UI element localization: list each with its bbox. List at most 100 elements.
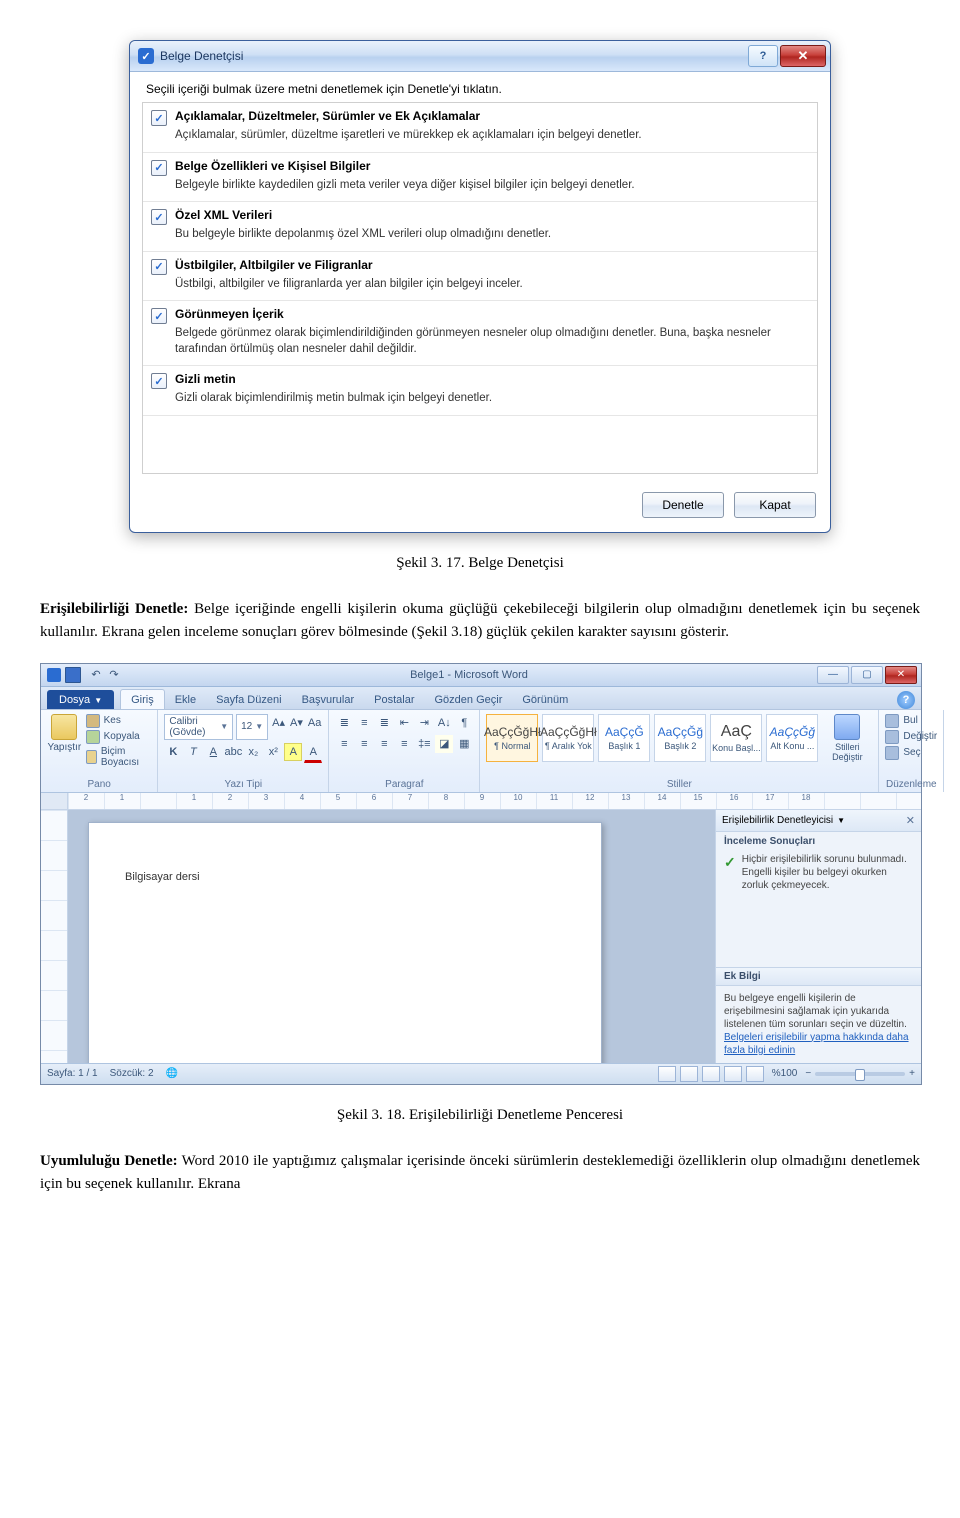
tab-view[interactable]: Görünüm [512, 690, 578, 709]
help-button[interactable]: ? [748, 45, 778, 67]
checkbox[interactable]: ✓ [151, 308, 167, 324]
view-fullscreen-icon[interactable] [680, 1066, 698, 1082]
paragraph-compatibility: Uyumluluğu Denetle: Word 2010 ile yaptığ… [40, 1150, 920, 1197]
minimize-button[interactable]: — [817, 666, 849, 684]
word-titlebar[interactable]: ↶ ↷ Belge1 - Microsoft Word — ▢ ✕ [41, 664, 921, 687]
copy-label: Kopyala [104, 731, 140, 742]
replace-icon[interactable] [885, 730, 899, 744]
maximize-button[interactable]: ▢ [851, 666, 883, 684]
file-tab[interactable]: Dosya▼ [47, 690, 114, 709]
checkbox[interactable]: ✓ [151, 209, 167, 225]
subscript-icon[interactable]: x₂ [244, 743, 262, 761]
superscript-icon[interactable]: x² [264, 743, 282, 761]
font-color-icon[interactable]: A [304, 743, 322, 763]
format-painter-icon[interactable] [86, 750, 97, 764]
style-tile-heading1[interactable]: AaÇçĞBaşlık 1 [598, 714, 650, 762]
align-left-icon[interactable]: ≡ [335, 735, 353, 753]
decrease-indent-icon[interactable]: ⇤ [395, 714, 413, 732]
status-lang-icon[interactable]: 🌐 [166, 1068, 178, 1079]
tab-insert[interactable]: Ekle [165, 690, 206, 709]
document-page[interactable]: Bilgisayar dersi [88, 822, 602, 1063]
justify-icon[interactable]: ≡ [395, 735, 413, 753]
grow-font-icon[interactable]: A▴ [271, 714, 286, 732]
underline-icon[interactable]: A [204, 743, 222, 761]
word-app-icon[interactable] [47, 668, 61, 682]
inspect-button[interactable]: Denetle [642, 492, 724, 518]
paste-button[interactable]: Yapıştır [47, 714, 82, 753]
taskpane-header[interactable]: Erişilebilirlik Denetleyicisi ▼ ✕ [716, 810, 921, 832]
zoom-out-button[interactable]: − [805, 1068, 811, 1079]
tab-review[interactable]: Gözden Geçir [425, 690, 513, 709]
dialog-titlebar[interactable]: ✓ Belge Denetçisi ? ✕ [130, 41, 830, 72]
undo-icon[interactable]: ↶ [87, 666, 105, 684]
multilevel-icon[interactable]: ≣ [375, 714, 393, 732]
checkbox[interactable]: ✓ [151, 160, 167, 176]
close-icon[interactable]: ✕ [906, 814, 915, 827]
option-label: Özel XML Verileri [175, 208, 272, 222]
ruler-horizontal[interactable]: 2 1 1 2 3 4 5 6 7 8 9 10 11 12 13 14 15 … [41, 793, 921, 810]
line-spacing-icon[interactable]: ‡≡ [415, 735, 433, 753]
borders-icon[interactable]: ▦ [455, 735, 473, 753]
style-tile-nospacing[interactable]: AaÇçĞğHł¶ Aralık Yok [542, 714, 594, 762]
window-close-button[interactable]: ✕ [885, 666, 917, 684]
copy-icon[interactable] [86, 730, 100, 744]
paragraph-accessibility: Erişilebilirliği Denetle: Belge içeriğin… [40, 598, 920, 645]
font-size-dropdown[interactable]: 12▼ [236, 714, 268, 740]
font-size-value: 12 [241, 721, 252, 732]
style-tile-heading2[interactable]: AaÇçĞğBaşlık 2 [654, 714, 706, 762]
save-icon[interactable] [65, 667, 81, 683]
style-tile-title[interactable]: AaÇKonu Başl... [710, 714, 762, 762]
style-name: Başlık 1 [608, 741, 640, 751]
tab-mailings[interactable]: Postalar [364, 690, 424, 709]
close-icon[interactable]: ✕ [780, 45, 826, 67]
style-tile-normal[interactable]: AaÇçĞğHł¶ Normal [486, 714, 538, 762]
sort-icon[interactable]: A↓ [435, 714, 453, 732]
dialog-title: Belge Denetçisi [160, 49, 746, 63]
bullets-icon[interactable]: ≣ [335, 714, 353, 732]
bold-icon[interactable]: K [164, 743, 182, 761]
ruler-num: 10 [500, 793, 536, 809]
increase-indent-icon[interactable]: ⇥ [415, 714, 433, 732]
show-formatting-icon[interactable]: ¶ [455, 714, 473, 732]
view-print-layout-icon[interactable] [658, 1066, 676, 1082]
numbering-icon[interactable]: ≡ [355, 714, 373, 732]
select-icon[interactable] [885, 746, 899, 760]
shrink-font-icon[interactable]: A▾ [289, 714, 304, 732]
change-case-icon[interactable]: Aa [307, 714, 322, 732]
shading-icon[interactable]: ◪ [435, 735, 453, 753]
tab-layout[interactable]: Sayfa Düzeni [206, 690, 291, 709]
close-button[interactable]: Kapat [734, 492, 816, 518]
find-icon[interactable] [885, 714, 899, 728]
view-draft-icon[interactable] [746, 1066, 764, 1082]
view-outline-icon[interactable] [724, 1066, 742, 1082]
cut-icon[interactable] [86, 714, 100, 728]
zoom-label[interactable]: %100 [772, 1068, 798, 1079]
checkbox[interactable]: ✓ [151, 110, 167, 126]
status-words[interactable]: Sözcük: 2 [110, 1068, 154, 1079]
style-tile-subtitle[interactable]: AaÇçĞğAlt Konu ... [766, 714, 818, 762]
italic-icon[interactable]: T [184, 743, 202, 761]
tab-references[interactable]: Başvurular [292, 690, 365, 709]
zoom-thumb[interactable] [855, 1069, 865, 1081]
ruler-vertical[interactable] [41, 810, 68, 1063]
ribbon-group-paragraph: ≣ ≡ ≣ ⇤ ⇥ A↓ ¶ ≡ ≡ ≡ ≡ ‡≡ ◪ ▦ [329, 710, 480, 792]
chevron-down-icon[interactable]: ▼ [837, 816, 845, 825]
document-area[interactable]: Bilgisayar dersi [68, 810, 715, 1063]
change-styles-button[interactable]: Stilleri Değiştir [822, 714, 872, 762]
zoom-in-button[interactable]: + [909, 1068, 915, 1079]
align-center-icon[interactable]: ≡ [355, 735, 373, 753]
word-body: Bilgisayar dersi Erişilebilirlik Denetle… [41, 810, 921, 1063]
zoom-slider[interactable] [815, 1072, 905, 1076]
help-icon[interactable]: ? [897, 691, 915, 709]
checkbox[interactable]: ✓ [151, 259, 167, 275]
tab-home[interactable]: Giriş [120, 689, 165, 709]
view-web-icon[interactable] [702, 1066, 720, 1082]
checkbox[interactable]: ✓ [151, 373, 167, 389]
info-link[interactable]: Belgeleri erişilebilir yapma hakkında da… [724, 1032, 909, 1056]
redo-icon[interactable]: ↷ [105, 666, 123, 684]
strikethrough-icon[interactable]: abc [224, 743, 242, 761]
status-page[interactable]: Sayfa: 1 / 1 [47, 1068, 98, 1079]
align-right-icon[interactable]: ≡ [375, 735, 393, 753]
font-name-dropdown[interactable]: Calibri (Gövde)▼ [164, 714, 233, 740]
highlight-icon[interactable]: A [284, 743, 302, 761]
